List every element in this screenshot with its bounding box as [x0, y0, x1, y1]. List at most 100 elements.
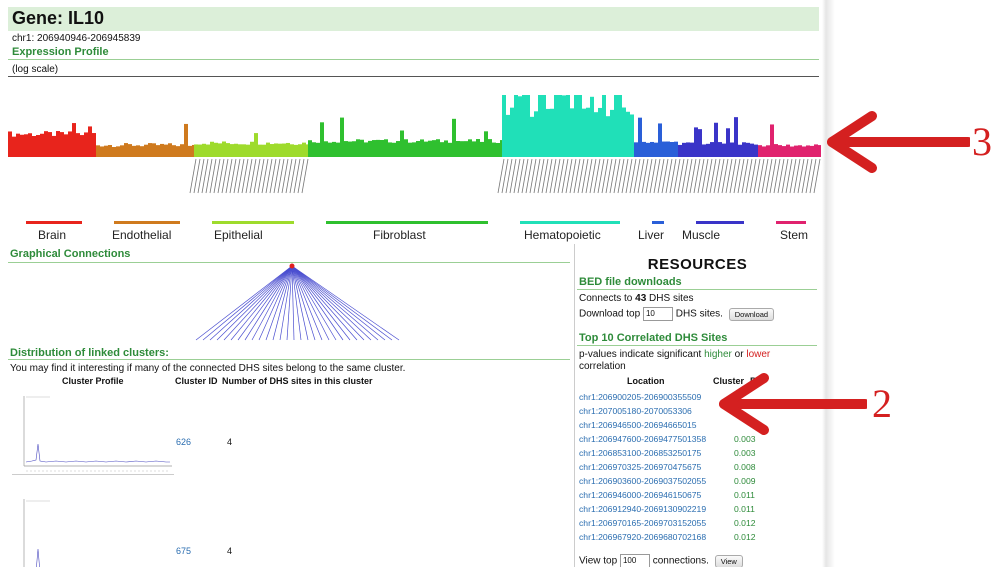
dhs-location-link[interactable]: chr1:206947600-206947750: [579, 434, 687, 444]
download-count-input[interactable]: 10: [642, 307, 673, 321]
expression-bar: [774, 144, 778, 157]
dhs-cluster-id: 1358: [687, 434, 707, 444]
expression-bar: [164, 144, 168, 157]
cluster-id-link[interactable]: 675: [176, 546, 191, 556]
expression-bar: [582, 108, 586, 157]
expression-bar: [754, 144, 758, 157]
expression-bar: [746, 142, 750, 157]
expression-bar: [488, 139, 492, 157]
expression-bar: [786, 144, 790, 157]
expression-bar: [254, 133, 258, 157]
dhs-site-row[interactable]: chr1:206967920-206968070 2168 0.012: [579, 532, 756, 542]
expression-bar: [408, 142, 412, 157]
expression-bar: [534, 111, 538, 157]
dhs-location-link[interactable]: chr1:206900205-206900355: [579, 392, 687, 402]
expression-bar: [20, 134, 24, 157]
dhs-site-row[interactable]: chr1:206900205-206900355 509: [579, 392, 701, 402]
expression-bar: [36, 135, 40, 157]
pvalue-note: p-values indicate significant higher or …: [579, 349, 771, 372]
dhs-location-link[interactable]: chr1:206853100-206853250: [579, 448, 687, 458]
expression-bar: [356, 139, 360, 157]
expression-bar: [376, 139, 380, 157]
dhs-site-row[interactable]: chr1:206970165-206970315 2055 0.012: [579, 518, 756, 528]
expression-bar: [476, 139, 480, 157]
expression-bar: [262, 144, 266, 157]
expression-bar: [210, 141, 214, 157]
cluster-id-link[interactable]: 626: [176, 437, 191, 447]
expression-bar: [340, 117, 344, 157]
download-button[interactable]: Download: [728, 307, 775, 321]
expression-bar: [298, 144, 302, 157]
dhs-location-link[interactable]: chr1:206903600-206903750: [579, 476, 687, 486]
cluster-profile-plot: [12, 485, 174, 567]
dhs-location-link[interactable]: chr1:206967920-206968070: [579, 532, 687, 542]
dhs-site-row[interactable]: chr1:206903600-206903750 2055 0.009: [579, 476, 756, 486]
column-header-location: Location: [627, 376, 665, 386]
dhs-site-row[interactable]: chr1:206947600-206947750 1358 0.003: [579, 434, 756, 444]
expression-bar: [610, 109, 614, 157]
expression-bar: [586, 107, 590, 157]
expression-bar: [344, 141, 348, 157]
expression-bar: [436, 139, 440, 157]
expression-bar: [116, 146, 120, 157]
tissue-label-hematopoietic: Hematopoietic: [524, 228, 601, 242]
expression-bar: [364, 142, 368, 157]
connection-line: [291, 265, 330, 341]
expression-bar: [380, 139, 384, 157]
expression-bar: [112, 146, 116, 157]
expression-bar: [60, 132, 64, 157]
dhs-location-link[interactable]: chr1:207005180-207005330: [579, 406, 687, 416]
dhs-location-link[interactable]: chr1:206946500-206946650: [579, 420, 687, 430]
expression-bar: [308, 140, 312, 157]
dhs-location-link[interactable]: chr1:206912940-206913090: [579, 504, 687, 514]
expression-bar: [662, 141, 666, 157]
dhs-site-row[interactable]: chr1:206912940-206913090 2219 0.011: [579, 504, 755, 514]
expression-bar: [424, 141, 428, 157]
dhs-location-link[interactable]: chr1:206970165-206970315: [579, 518, 687, 528]
expression-bar: [180, 144, 184, 157]
expression-bar: [578, 95, 582, 157]
dhs-cluster-id: 2055: [687, 476, 707, 486]
expression-bar: [44, 131, 48, 157]
expression-bar: [558, 95, 562, 157]
expression-bar: [416, 141, 420, 157]
expression-bar: [388, 142, 392, 157]
expression-bar: [96, 145, 100, 157]
tissue-group-bracket: [776, 221, 806, 224]
dhs-site-row[interactable]: chr1:206946500-206946650 15: [579, 420, 697, 430]
expression-bar: [460, 141, 464, 157]
expression-bar: [100, 146, 104, 157]
expression-bar: [598, 107, 602, 157]
expression-bar: [630, 114, 634, 157]
expression-bar: [278, 143, 282, 157]
dhs-site-row[interactable]: chr1:206946000-206946150 675 0.011: [579, 490, 755, 500]
expression-bar: [176, 146, 180, 157]
dhs-site-row[interactable]: chr1:206970325-206970475 675 0.008: [579, 462, 756, 472]
distribution-description: You may find it interesting if many of t…: [10, 363, 406, 374]
tissue-group-bracket: [212, 221, 294, 224]
expression-bar: [750, 143, 754, 157]
top-correlated-title: Top 10 Correlated DHS Sites: [579, 332, 728, 344]
expression-bar: [88, 126, 92, 157]
graphical-connections-title: Graphical Connections: [10, 248, 131, 260]
expression-bar: [152, 143, 156, 157]
tissue-label-brain: Brain: [38, 228, 67, 242]
annotation-arrow-2: [719, 373, 867, 435]
expression-bar: [778, 145, 782, 157]
expression-bar: [120, 145, 124, 157]
gene-page: Gene: IL10 chr1: 206940946-206945839 Exp…: [6, 0, 821, 567]
dhs-location-link[interactable]: chr1:206946000-206946150: [579, 490, 687, 500]
expression-bar: [72, 123, 76, 157]
log-scale-note: (log scale): [12, 64, 59, 75]
view-count-input[interactable]: 100: [619, 554, 650, 567]
view-button[interactable]: View: [714, 554, 743, 567]
expression-bar: [132, 145, 136, 157]
expression-bar: [8, 131, 12, 157]
dhs-site-row[interactable]: chr1:206853100-206853250 175 0.003: [579, 448, 756, 458]
dhs-location-link[interactable]: chr1:206970325-206970475: [579, 462, 687, 472]
expression-bar: [372, 140, 376, 157]
distribution-title: Distribution of linked clusters:: [10, 347, 169, 359]
column-header-cluster-profile: Cluster Profile: [62, 376, 124, 386]
dhs-site-row[interactable]: chr1:207005180-207005330 6: [579, 406, 692, 416]
divider: [8, 59, 819, 60]
